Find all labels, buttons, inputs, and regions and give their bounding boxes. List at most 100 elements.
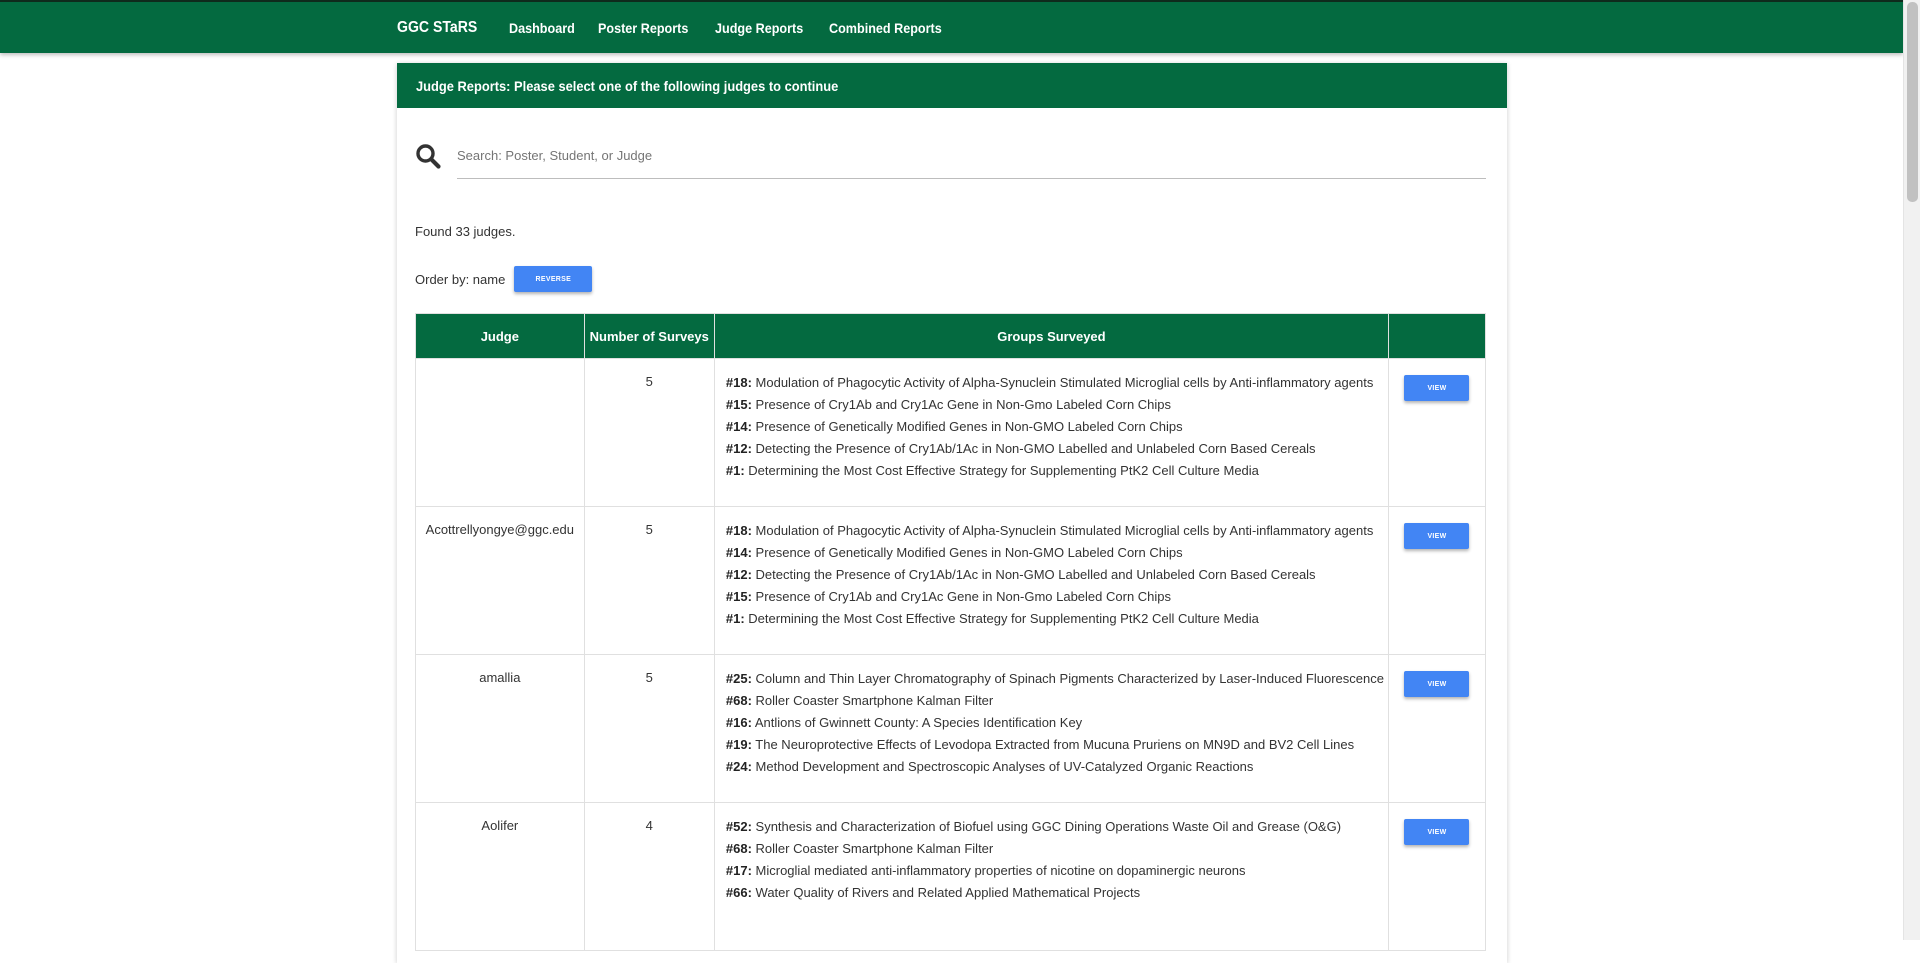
group-title: Roller Coaster Smartphone Kalman Filter [755,841,994,856]
group-title: Presence of Cry1Ab and Cry1Ac Gene in No… [755,589,1172,604]
group-number: #24: [725,759,752,774]
header-number-of-surveys[interactable]: Number of Surveys [583,313,715,359]
card-header-title: Judge Reports: Please select one of the … [416,77,839,94]
view-button[interactable]: VIEW [1404,819,1470,845]
judge-cell [415,358,585,507]
group-title: Roller Coaster Smartphone Kalman Filter [755,693,994,708]
survey-count: 5 [645,374,653,389]
group-title: Detecting the Presence of Cry1Ab/1Ac in … [755,567,1316,582]
group-number: #18: [725,523,752,538]
group-item: #12: Detecting the Presence of Cry1Ab/1A… [726,564,1384,586]
nav-poster-reports[interactable]: Poster Reports [598,20,688,36]
group-number: #16: [725,715,752,730]
order-by-row: Order by: name REVERSE [415,266,593,292]
group-item: #52: Synthesis and Characterization of B… [726,816,1384,838]
nav-judge-reports[interactable]: Judge Reports [715,20,803,36]
page-scrollbar[interactable] [1903,0,1920,940]
group-number: #14: [725,419,752,434]
groups-surveyed-cell: #18: Modulation of Phagocytic Activity o… [713,358,1389,507]
search-icon [416,144,441,169]
reverse-button[interactable]: REVERSE [514,266,593,292]
group-item: #15: Presence of Cry1Ab and Cry1Ac Gene … [726,586,1384,608]
group-number: #25: [725,671,752,686]
group-title: Modulation of Phagocytic Activity of Alp… [755,375,1374,390]
judge-name: Aolifer [481,818,519,833]
brand-logo[interactable]: GGC STaRS [397,19,477,37]
group-title: Presence of Cry1Ab and Cry1Ac Gene in No… [755,397,1172,412]
group-title: Synthesis and Characterization of Biofue… [755,819,1342,834]
group-title: Antlions of Gwinnett County: A Species I… [754,715,1083,730]
group-number: #12: [725,441,752,456]
group-number: #68: [725,841,752,856]
group-number: #66: [725,885,752,900]
groups-surveyed-cell: #52: Synthesis and Characterization of B… [713,802,1389,951]
search-row [415,133,1489,179]
group-title: The Neuroprotective Effects of Levodopa … [755,737,1355,752]
judge-cell: amallia [415,654,585,803]
judge-name: amallia [479,670,521,685]
table-header-row: Judge Number of Surveys Groups Surveyed [415,313,1487,359]
action-cell: VIEW [1387,802,1487,951]
group-item: #19: The Neuroprotective Effects of Levo… [726,734,1384,756]
group-number: #12: [725,567,752,582]
survey-count-cell: 5 [583,654,715,803]
group-item: #66: Water Quality of Rivers and Related… [726,882,1384,904]
table-body: 5 #18: Modulation of Phagocytic Activity … [415,358,1487,951]
judge-name: Acottrellyongye@ggc.edu [425,522,574,537]
group-item: #14: Presence of Genetically Modified Ge… [726,542,1384,564]
group-number: #1: [725,463,745,478]
judge-reports-card: Judge Reports: Please select one of the … [397,63,1507,963]
action-cell: VIEW [1387,506,1487,655]
groups-surveyed-cell: #18: Modulation of Phagocytic Activity o… [713,506,1389,655]
results-count: Found 33 judges. [415,224,516,239]
view-button[interactable]: VIEW [1404,523,1470,549]
nav-dashboard[interactable]: Dashboard [509,20,575,36]
header-judge[interactable]: Judge [415,313,585,359]
group-item: #15: Presence of Cry1Ab and Cry1Ac Gene … [726,394,1384,416]
judge-cell: Aolifer [415,802,585,951]
order-by-label: Order by: name [415,271,506,287]
search-input[interactable] [457,133,1486,179]
group-title: Modulation of Phagocytic Activity of Alp… [755,523,1374,538]
group-number: #14: [725,545,752,560]
card-header: Judge Reports: Please select one of the … [397,63,1507,108]
judge-cell: Acottrellyongye@ggc.edu [415,506,585,655]
group-number: #19: [725,737,752,752]
group-item: #68: Roller Coaster Smartphone Kalman Fi… [726,690,1384,712]
view-button[interactable]: VIEW [1404,671,1470,697]
group-number: #1: [725,611,745,626]
group-title: Water Quality of Rivers and Related Appl… [755,885,1141,900]
group-number: #52: [725,819,752,834]
group-number: #17: [725,863,752,878]
survey-count-cell: 5 [583,358,715,507]
header-action [1387,313,1487,359]
header-groups-surveyed[interactable]: Groups Surveyed [713,313,1389,359]
table-row: 5 #18: Modulation of Phagocytic Activity … [415,358,1487,507]
group-number: #68: [725,693,752,708]
group-title: Detecting the Presence of Cry1Ab/1Ac in … [755,441,1316,456]
group-item: #68: Roller Coaster Smartphone Kalman Fi… [726,838,1384,860]
group-title: Presence of Genetically Modified Genes i… [755,419,1183,434]
group-item: #14: Presence of Genetically Modified Ge… [726,416,1384,438]
judges-table: Judge Number of Surveys Groups Surveyed … [415,313,1487,951]
group-title: Determining the Most Cost Effective Stra… [748,463,1259,478]
group-number: #18: [725,375,752,390]
group-item: #25: Column and Thin Layer Chromatograph… [726,668,1384,690]
scrollbar-thumb[interactable] [1907,2,1918,202]
action-cell: VIEW [1387,654,1487,803]
group-title: Determining the Most Cost Effective Stra… [748,611,1259,626]
view-button[interactable]: VIEW [1404,375,1470,401]
group-title: Column and Thin Layer Chromatography of … [755,671,1384,686]
group-number: #15: [725,397,752,412]
survey-count-cell: 5 [583,506,715,655]
nav-combined-reports[interactable]: Combined Reports [829,20,942,36]
group-item: #24: Method Development and Spectroscopi… [726,756,1384,778]
survey-count: 5 [645,670,653,685]
group-number: #15: [725,589,752,604]
table-row: amallia 5 #25: Column and Thin Layer Chrom… [415,654,1487,803]
survey-count-cell: 4 [583,802,715,951]
group-item: #1: Determining the Most Cost Effective … [726,608,1384,630]
survey-count: 4 [645,818,653,833]
group-item: #18: Modulation of Phagocytic Activity o… [726,520,1384,542]
group-item: #16: Antlions of Gwinnett County: A Spec… [726,712,1384,734]
